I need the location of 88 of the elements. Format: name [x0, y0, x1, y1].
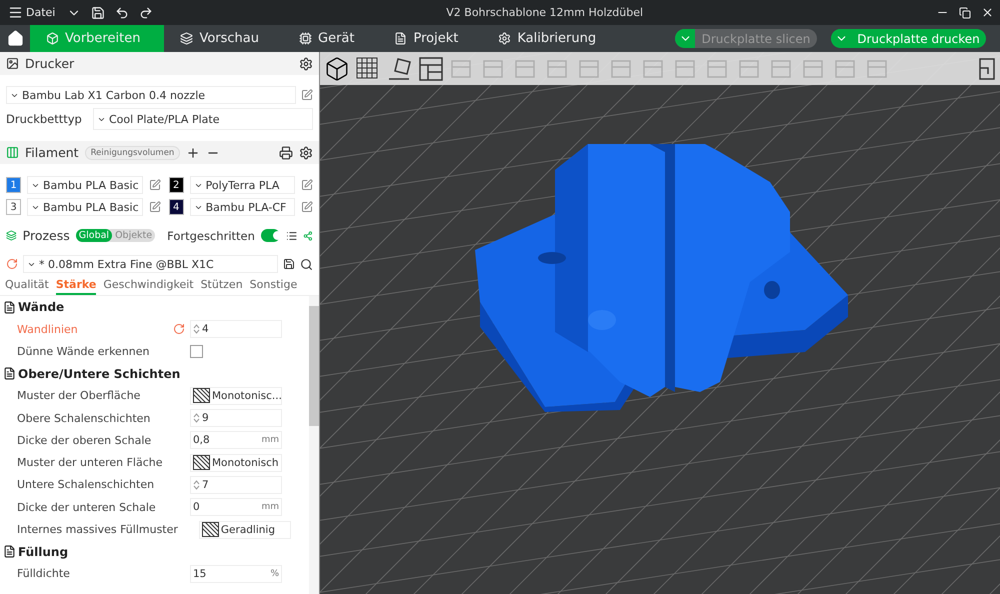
group-icon [3, 545, 16, 558]
section-title: Prozess [22, 228, 70, 243]
settings-tab[interactable]: Qualität [5, 277, 49, 295]
gear-icon[interactable] [498, 32, 512, 45]
edit-icon[interactable] [148, 179, 161, 191]
settings-tab[interactable]: Sonstige [250, 277, 298, 295]
group-title: Füllung [18, 544, 68, 559]
advanced-label: Fortgeschritten [167, 228, 255, 242]
bed-type-dropdown[interactable]: Cool Plate/PLA Plate [93, 108, 313, 130]
filament-dropdown[interactable]: Bambu PLA Basic [27, 176, 143, 194]
home-icon[interactable] [6, 30, 24, 47]
purge-volume-button[interactable]: Reinigungsvolumen [84, 146, 180, 160]
preset-dropdown[interactable]: * 0.08mm Extra Fine @BBL X1C [23, 255, 278, 273]
number-field[interactable]: 15 % [190, 564, 282, 583]
setting-label: Dicke der unteren Schale [17, 500, 157, 514]
filament-number: 4 [168, 199, 184, 215]
chip-icon[interactable] [299, 32, 312, 45]
filament-dropdown[interactable]: Bambu PLA-CF [190, 198, 295, 216]
edit-icon[interactable] [148, 201, 161, 213]
number-field[interactable]: 0 mm [190, 498, 282, 516]
pattern-dropdown[interactable]: Monotonisc... [190, 386, 282, 405]
redo-icon[interactable] [139, 6, 154, 20]
section-title: Drucker [25, 56, 74, 71]
cube-icon[interactable] [46, 32, 59, 45]
spinner-icon[interactable] [193, 478, 200, 491]
layers-icon[interactable] [180, 32, 194, 45]
nav-tab[interactable]: Kalibrierung [482, 25, 620, 52]
settings-tab[interactable]: Stützen [200, 277, 243, 295]
edit-icon[interactable] [301, 89, 313, 101]
group-title: Obere/Untere Schichten [18, 366, 180, 381]
pattern-icon [193, 388, 210, 404]
restore-icon[interactable] [959, 6, 971, 18]
number-field[interactable]: 7 [190, 476, 282, 494]
edit-icon[interactable] [301, 179, 313, 191]
scrollbar[interactable] [309, 296, 319, 594]
close-icon[interactable] [981, 6, 994, 19]
filament-number: 1 [6, 177, 21, 193]
pattern-icon [202, 522, 219, 538]
settings-tab[interactable]: Geschwindigkeit [103, 277, 194, 295]
reset-icon[interactable] [6, 258, 18, 270]
group-title: Wände [18, 300, 64, 314]
setting-label: Untere Schalenschichten [17, 478, 156, 492]
window-title: V2 Bohrschablone 12mm Holzdübel [445, 6, 644, 19]
reset-icon[interactable] [173, 323, 185, 336]
save-icon[interactable] [283, 258, 295, 270]
filament-dropdown[interactable]: PolyTerra PLA [190, 176, 295, 194]
setting-label: Wandlinien [17, 322, 79, 336]
spinner-icon[interactable] [193, 412, 200, 424]
process-icon [6, 229, 17, 242]
checkbox[interactable] [190, 344, 203, 358]
setting-label: Muster der unteren Fläche [17, 456, 164, 470]
menu-icon[interactable] [8, 5, 23, 20]
group-icon [3, 367, 16, 380]
group-icon [3, 300, 16, 314]
filament-dropdown[interactable]: Bambu PLA Basic [27, 198, 143, 216]
pattern-dropdown[interactable]: Geradlinig [198, 520, 291, 539]
file-menu[interactable]: Datei [6, 5, 58, 20]
nav-tab[interactable]: Vorschau [164, 25, 283, 52]
nav-tab[interactable]: Projekt [378, 25, 482, 52]
section-title: Filament [25, 145, 79, 160]
settings-icon[interactable] [299, 56, 313, 70]
document-icon[interactable] [394, 32, 408, 45]
pattern-dropdown[interactable]: Monotonisch [190, 454, 282, 472]
printer-dropdown[interactable]: Bambu Lab X1 Carbon 0.4 nozzle [6, 86, 296, 104]
settings-icon[interactable] [299, 146, 313, 160]
undo-icon[interactable] [115, 6, 130, 20]
setting-label: Fülldichte [17, 567, 71, 580]
number-field[interactable]: 0,8 mm [190, 431, 282, 450]
number-field[interactable]: 9 [190, 409, 282, 428]
spinner-icon[interactable] [193, 323, 200, 336]
number-field[interactable]: 4 [190, 320, 282, 338]
setting-label: Muster der Oberfläche [17, 389, 142, 402]
advanced-switch[interactable] [260, 229, 280, 242]
edit-icon[interactable] [301, 201, 313, 213]
filament-icon [6, 146, 19, 159]
setting-label: Dünne Wände erkennen [17, 344, 150, 358]
nav-tab[interactable]: Gerät [283, 25, 378, 52]
search-icon[interactable] [300, 258, 313, 270]
filament-number: 2 [168, 177, 184, 193]
setting-label: Obere Schalenschichten [17, 412, 152, 425]
add-icon[interactable] [186, 146, 200, 160]
setting-label: Dicke der oberen Schale [17, 434, 152, 447]
add-object-icon[interactable] [324, 56, 350, 82]
filament-number: 3 [6, 199, 21, 215]
pattern-icon [193, 455, 210, 470]
arrange-icon[interactable] [418, 56, 444, 82]
setting-label: Internes massives Füllmuster [17, 523, 178, 536]
field-label: Druckbetttyp [6, 112, 83, 126]
